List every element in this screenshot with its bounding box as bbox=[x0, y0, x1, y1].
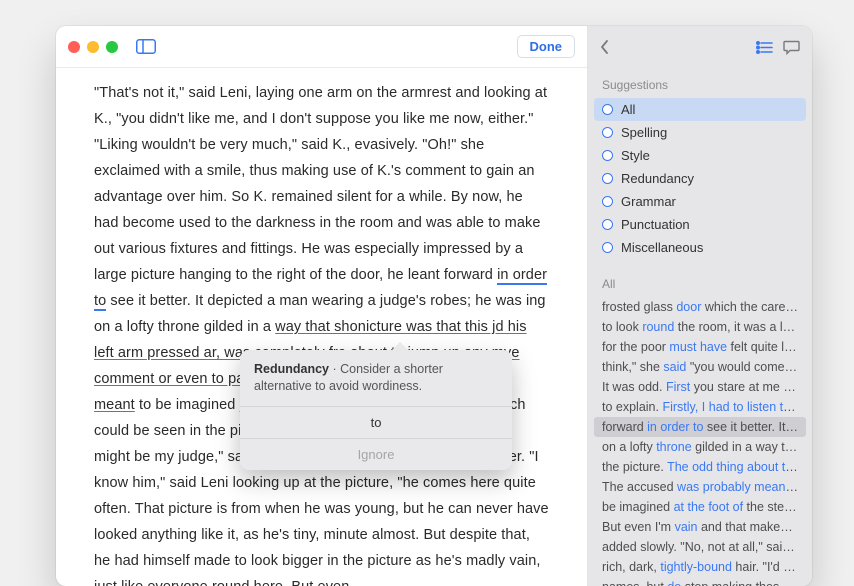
category-label: Spelling bbox=[621, 123, 667, 142]
panel-back-icon[interactable] bbox=[600, 39, 610, 55]
text-run: see it better. It depicted a man wearing… bbox=[106, 293, 526, 309]
suggestion-item[interactable]: rich, dark, tightly-bound hair. "I'd b..… bbox=[594, 557, 806, 577]
suggestion-item[interactable]: The accused was probably meant t... bbox=[594, 477, 806, 497]
suggestion-highlight: in order to bbox=[647, 420, 703, 434]
suggestion-highlight: was probably meant bbox=[677, 480, 798, 494]
suggestion-highlight: The odd thing about th... bbox=[667, 460, 803, 474]
suggestion-list[interactable]: frosted glass door which the carer...to … bbox=[588, 297, 812, 586]
category-all[interactable]: All bbox=[594, 98, 806, 121]
category-style[interactable]: Style bbox=[594, 144, 806, 167]
suggestion-highlight: vain bbox=[675, 520, 698, 534]
suggestion-item[interactable]: think," she said "you would come o... bbox=[594, 357, 806, 377]
suggestion-item[interactable]: be imagined at the foot of the steps... bbox=[594, 497, 806, 517]
suggestion-highlight: door bbox=[676, 300, 701, 314]
document-body[interactable]: "That's not it," said Leni, laying one a… bbox=[56, 68, 587, 586]
radio-icon bbox=[602, 196, 613, 207]
comments-icon[interactable] bbox=[783, 40, 800, 55]
suggestion-item[interactable]: names, but do stop making these m... bbox=[594, 577, 806, 586]
popover-apply-suggestion[interactable]: to bbox=[240, 406, 512, 438]
text-run: to be imagined bbox=[135, 397, 240, 413]
panel-list-heading: All bbox=[588, 267, 812, 297]
done-button[interactable]: Done bbox=[517, 35, 576, 58]
category-spelling[interactable]: Spelling bbox=[594, 121, 806, 144]
suggestion-item[interactable]: for the poor must have felt quite los... bbox=[594, 337, 806, 357]
category-punctuation[interactable]: Punctuation bbox=[594, 213, 806, 236]
popover-ignore-button[interactable]: Ignore bbox=[240, 438, 512, 470]
popover-category: Redundancy bbox=[254, 362, 329, 376]
suggestion-highlight: at the foot of bbox=[674, 500, 744, 514]
toggle-sidebar-icon[interactable] bbox=[136, 39, 156, 54]
panel-toolbar bbox=[588, 26, 812, 68]
app-window: Done "That's not it," said Leni, laying … bbox=[56, 26, 812, 586]
suggestion-item[interactable]: frosted glass door which the carer... bbox=[594, 297, 806, 317]
suggestion-item[interactable]: on a lofty throne gilded in a way tha... bbox=[594, 437, 806, 457]
suggestion-underline[interactable]: icture was that this j bbox=[366, 319, 496, 335]
radio-icon bbox=[602, 242, 613, 253]
suggestion-highlight: Firstly, I had to listen to... bbox=[662, 400, 800, 414]
suggestion-highlight: throne bbox=[656, 440, 691, 454]
suggestion-item[interactable]: added slowly. "No, not at all," said... bbox=[594, 537, 806, 557]
category-label: Redundancy bbox=[621, 169, 694, 188]
close-window-button[interactable] bbox=[68, 41, 80, 53]
suggestion-item[interactable]: forward in order to see it better. It d.… bbox=[594, 417, 806, 437]
zoom-window-button[interactable] bbox=[106, 41, 118, 53]
category-label: Grammar bbox=[621, 192, 676, 211]
suggestion-highlight: must have bbox=[669, 340, 727, 354]
category-label: Punctuation bbox=[621, 215, 690, 234]
suggestion-item[interactable]: the picture. The odd thing about th... bbox=[594, 457, 806, 477]
suggestion-item[interactable]: It was odd. First you stare at me as... bbox=[594, 377, 806, 397]
toolbar: Done bbox=[56, 26, 587, 68]
main-pane: Done "That's not it," said Leni, laying … bbox=[56, 26, 588, 586]
category-label: Miscellaneous bbox=[621, 238, 703, 257]
minimize-window-button[interactable] bbox=[87, 41, 99, 53]
suggestion-highlight: tightly-bound bbox=[660, 560, 732, 574]
category-label: All bbox=[621, 100, 635, 119]
suggestion-highlight: said bbox=[663, 360, 686, 374]
radio-icon bbox=[602, 219, 613, 230]
category-miscellaneous[interactable]: Miscellaneous bbox=[594, 236, 806, 259]
suggestion-item[interactable]: But even I'm vain and that makes m... bbox=[594, 517, 806, 537]
document-text: "That's not it," said Leni, laying one a… bbox=[94, 80, 549, 586]
text-run: "That's not it," said Leni, laying one a… bbox=[94, 85, 547, 283]
suggestion-item[interactable]: to explain. Firstly, I had to listen to.… bbox=[594, 397, 806, 417]
category-list: All Spelling Style Redundancy Grammar Punctua… bbox=[588, 98, 812, 267]
list-view-icon[interactable] bbox=[756, 41, 773, 54]
popover-header: Redundancy · Consider a shorter alternat… bbox=[240, 350, 512, 406]
radio-icon bbox=[602, 150, 613, 161]
suggestion-highlight: First bbox=[666, 380, 690, 394]
panel-section-heading: Suggestions bbox=[588, 68, 812, 98]
category-redundancy[interactable]: Redundancy bbox=[594, 167, 806, 190]
suggestions-panel: Suggestions All Spelling Style Redundancy Gr… bbox=[588, 26, 812, 586]
radio-icon bbox=[602, 127, 613, 138]
radio-icon bbox=[602, 104, 613, 115]
suggestion-popover: Redundancy · Consider a shorter alternat… bbox=[240, 350, 512, 470]
category-label: Style bbox=[621, 146, 650, 165]
suggestion-highlight: round bbox=[642, 320, 674, 334]
suggestion-item[interactable]: to look round the room, it was a lar... bbox=[594, 317, 806, 337]
category-grammar[interactable]: Grammar bbox=[594, 190, 806, 213]
suggestion-underline[interactable]: way that shon bbox=[275, 319, 366, 335]
window-controls bbox=[68, 41, 118, 53]
radio-icon bbox=[602, 173, 613, 184]
suggestion-highlight: do bbox=[667, 580, 681, 586]
